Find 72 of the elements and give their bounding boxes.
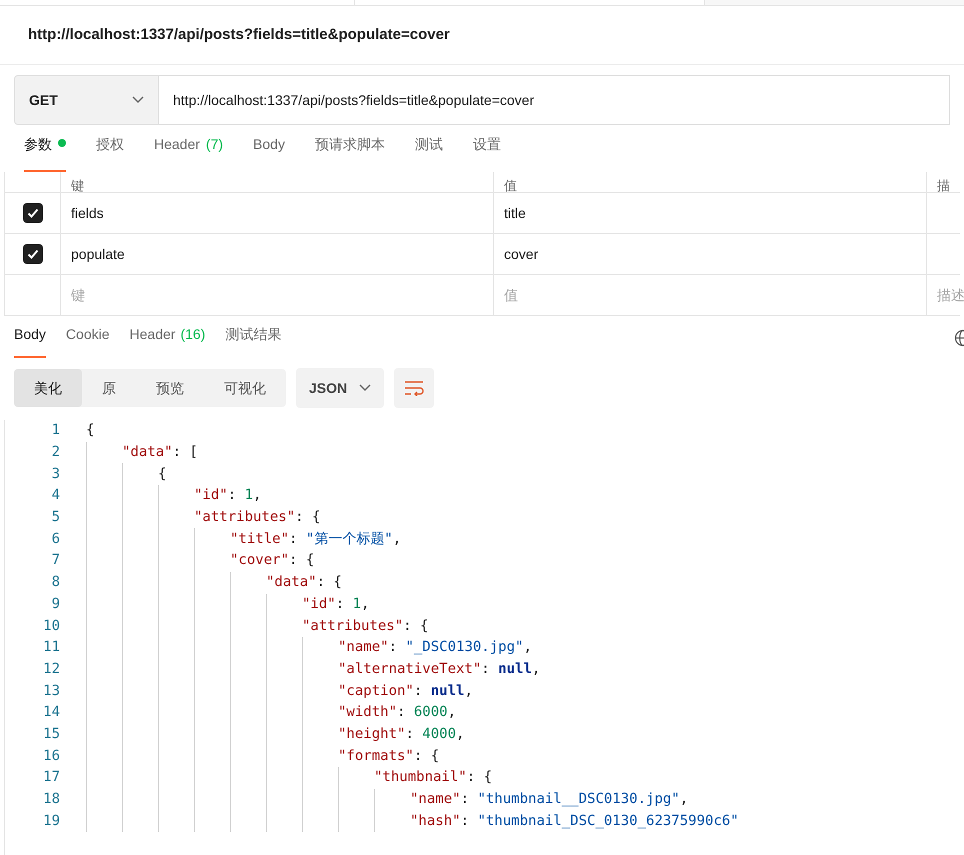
code-line: "alternativeText": null, [338,660,540,679]
request-title: http://localhost:1337/api/posts?fields=title&populate=cover [28,24,450,45]
request-tab[interactable]: Body [253,134,285,172]
response-tab[interactable]: 测试结果 [225,324,282,358]
line-number: 18 [42,790,60,810]
line-number: 17 [42,768,60,788]
request-tab[interactable]: Header (7) [154,134,224,172]
line-number: 1 [50,421,60,440]
code-line: "thumbnail": { [374,768,492,788]
code-line: { [86,421,94,440]
format-dropdown[interactable]: JSON [296,368,384,408]
request-tab[interactable]: 测试 [414,134,443,172]
check-icon [26,206,40,220]
url-field[interactable]: http://localhost:1337/api/posts?fields=title&populate=cover [159,75,950,125]
code-line: "data": [ [122,443,198,462]
code-line: "cover": { [230,551,314,570]
line-number: 7 [50,551,60,570]
line-number: 13 [42,682,60,701]
line-number: 6 [50,530,60,549]
line-number: 9 [50,594,60,614]
request-tab[interactable]: 参数 [24,134,66,172]
wrap-lines-button[interactable] [394,368,434,408]
response-tab[interactable]: Cookie [66,324,110,358]
wrap-lines-icon [404,380,424,396]
param-key[interactable]: populate [71,244,125,264]
code-line: "id": 1, [194,486,262,506]
line-number: 14 [42,703,60,722]
view-mode-tab[interactable]: 美化 [14,369,82,407]
param-value[interactable]: cover [504,244,538,264]
param-value[interactable]: title [504,202,526,224]
method-dropdown[interactable]: GET [14,75,159,125]
line-number: 2 [50,443,60,462]
request-tab[interactable]: 授权 [96,134,124,172]
code-line: { [158,464,166,484]
column-header: 键 [71,180,84,192]
checkbox[interactable] [22,244,42,264]
code-line: "title": "第一个标题", [230,530,402,549]
code-line: "width": 6000, [338,703,456,722]
line-number: 4 [50,486,60,506]
code-line: "id": 1, [302,594,370,614]
line-number: 16 [42,746,60,766]
line-number: 11 [42,638,60,658]
view-mode-tab[interactable]: 可视化 [204,369,286,407]
code-line: "name": "thumbnail__DSC0130.jpg", [410,790,688,810]
param-key[interactable]: fields [71,202,104,224]
chevron-down-icon [359,384,372,392]
code-line: "data": { [266,573,342,592]
view-mode-tab[interactable]: 预览 [136,369,204,407]
code-line: "name": "_DSC0130.jpg", [338,638,532,658]
check-icon [26,247,40,261]
request-tab[interactable]: 设置 [472,134,501,172]
line-number: 10 [42,616,60,636]
line-number: 15 [42,724,60,744]
line-number: 12 [42,660,60,679]
code-line: "hash": "thumbnail_DSC_0130_62375990c6" [410,812,739,831]
column-header: 描 [937,180,950,192]
request-tab[interactable]: 预请求脚本 [314,134,385,172]
line-number: 19 [42,812,60,831]
line-number: 5 [50,508,60,528]
code-line: "height": 4000, [338,724,464,744]
response-tab[interactable]: Body [14,324,46,358]
code-line: "caption": null, [338,682,473,701]
code-line: "formats": { [338,746,440,766]
code-line: "attributes": { [302,616,428,636]
chevron-down-icon [132,96,144,104]
response-tab[interactable]: Header (16) [130,324,206,358]
checkbox[interactable] [22,203,42,223]
code-line: "attributes": { [194,508,320,528]
line-number: 8 [50,573,60,592]
column-header: 值 [504,180,517,192]
view-mode-tab[interactable]: 原 [82,369,136,407]
line-number: 3 [50,464,60,484]
